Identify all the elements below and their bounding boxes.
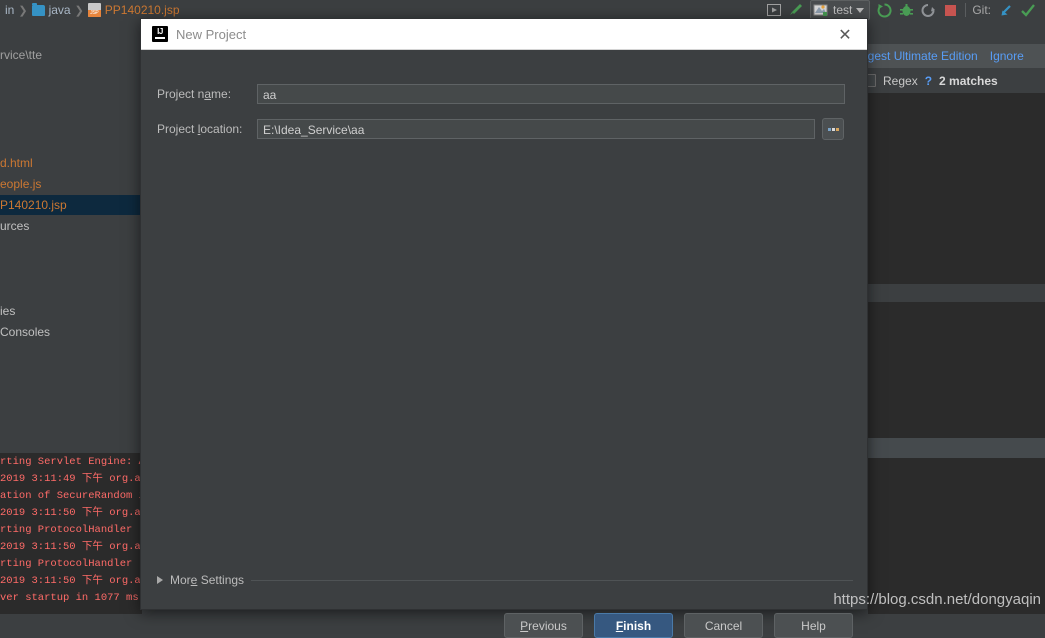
build-hammer-icon[interactable] (785, 1, 807, 19)
match-count-label: 2 matches (939, 73, 998, 88)
help-icon[interactable]: ? (925, 74, 932, 88)
tree-item-4[interactable]: ies (0, 301, 141, 321)
debug-icon[interactable] (895, 1, 917, 19)
regex-label: Regex (883, 73, 918, 88)
toolbar-divider (965, 3, 967, 17)
breadcrumb-label-2: PP140210.jsp (104, 3, 180, 17)
editor-band-2 (868, 302, 1045, 438)
breadcrumb-item-1[interactable]: java (29, 2, 74, 17)
more-settings-section[interactable]: More Settings (157, 573, 853, 587)
more-settings-label: More Settings (170, 573, 245, 587)
jsp-file-icon (87, 3, 101, 17)
previous-button[interactable]: Previous (504, 613, 583, 638)
watermark: https://blog.csdn.net/dongyaqin (833, 591, 1041, 608)
rerun-icon[interactable] (917, 1, 939, 19)
project-location-row: Project location: E:\Idea_Service\aa (141, 118, 869, 140)
console-line: ation of SecureRandom i (0, 490, 141, 502)
tree-item-label: urces (0, 219, 30, 233)
tree-item-label: d.html (0, 156, 33, 170)
git-label: Git: (972, 3, 991, 17)
close-icon[interactable]: ✕ (823, 19, 867, 50)
project-tree-path: rvice\tte (0, 48, 43, 62)
project-location-input[interactable]: E:\Idea_Service\aa (257, 119, 815, 139)
breadcrumb-label-0: in (5, 3, 15, 17)
breadcrumb-separator-1: ❯ (74, 4, 84, 17)
tree-item-3[interactable]: urces (0, 216, 141, 236)
tree-item-1[interactable]: eople.js (0, 174, 141, 194)
notification-message[interactable]: ggest Ultimate Edition (861, 49, 978, 63)
tree-item-2[interactable]: P140210.jsp (0, 195, 141, 215)
git-update-icon[interactable] (995, 1, 1017, 19)
more-settings-divider (251, 579, 853, 581)
breadcrumb-item-0[interactable]: in (2, 3, 17, 17)
tree-item-label: ies (0, 304, 16, 318)
console-line: 2019 3:11:50 下午 org.a (0, 507, 141, 519)
browse-dot-1 (827, 127, 831, 131)
tree-item-5[interactable]: Consoles (0, 322, 141, 342)
console-line: 2019 3:11:49 下午 org.a (0, 473, 141, 485)
breadcrumb-label-1: java (48, 3, 71, 17)
breadcrumb-item-2[interactable]: PP140210.jsp (85, 3, 183, 17)
notification-bar: ggest Ultimate Edition Ignore (855, 44, 1045, 68)
chevron-right-icon[interactable] (157, 576, 163, 584)
console-line: 2019 3:11:50 下午 org.a (0, 575, 141, 587)
project-name-input[interactable]: aa (257, 84, 845, 104)
search-options-bar: Regex ? 2 matches (855, 68, 1045, 94)
editor-band-separator-2 (868, 438, 1045, 458)
project-name-row: Project name: aa (141, 84, 869, 104)
browse-dot-2 (831, 127, 835, 131)
run-icon[interactable] (873, 1, 895, 19)
console-line: rting ProtocolHandler [ (0, 524, 141, 536)
dialog-title: New Project (176, 26, 247, 42)
stop-icon[interactable] (939, 1, 961, 19)
chevron-down-icon[interactable] (856, 7, 865, 13)
console-line: rting Servlet Engine: A (0, 456, 141, 468)
new-project-dialog: New Project ✕ Project name: aa Project l… (140, 18, 869, 638)
project-name-label: Project name: (157, 87, 232, 101)
console-line: rting ProtocolHandler [ (0, 558, 141, 570)
notification-ignore-link[interactable]: Ignore (990, 49, 1024, 63)
git-commit-icon[interactable] (1017, 1, 1039, 19)
run-app-icon[interactable] (763, 1, 785, 19)
dialog-title-bar[interactable]: New Project ✕ (141, 19, 867, 50)
console-line: 2019 3:11:50 下午 org.a (0, 541, 141, 553)
run-config-icon (813, 4, 828, 16)
tree-item-0[interactable]: d.html (0, 153, 141, 173)
editor-band-1 (868, 94, 1045, 284)
main-toolbar: test Git: (763, 0, 1045, 20)
project-location-label: Project location: (157, 122, 243, 136)
breadcrumb-separator-0: ❯ (18, 4, 28, 17)
run-config-label: test (832, 3, 853, 17)
tree-item-label: eople.js (0, 177, 42, 191)
console-line: ver startup in 1077 ms (0, 592, 139, 604)
tree-item-label: P140210.jsp (0, 198, 67, 212)
editor-band-separator-1 (868, 284, 1045, 302)
intellij-idea-logo-icon (152, 26, 168, 42)
finish-button[interactable]: Finish (594, 613, 673, 638)
browse-dot-3 (835, 127, 839, 131)
dialog-footer: Previous Finish Cancel Help (504, 613, 853, 638)
console-output-panel[interactable]: rting Servlet Engine: A 2019 3:11:49 下午 … (0, 453, 141, 614)
folder-icon (31, 2, 45, 16)
help-button[interactable]: Help (774, 613, 853, 638)
dialog-body: Project name: aa Project location: E:\Id… (141, 50, 869, 638)
cancel-button[interactable]: Cancel (684, 613, 763, 638)
run-configuration-selector[interactable]: test (809, 0, 871, 20)
tree-item-label: Consoles (0, 325, 51, 339)
browse-folder-button[interactable] (822, 118, 844, 140)
